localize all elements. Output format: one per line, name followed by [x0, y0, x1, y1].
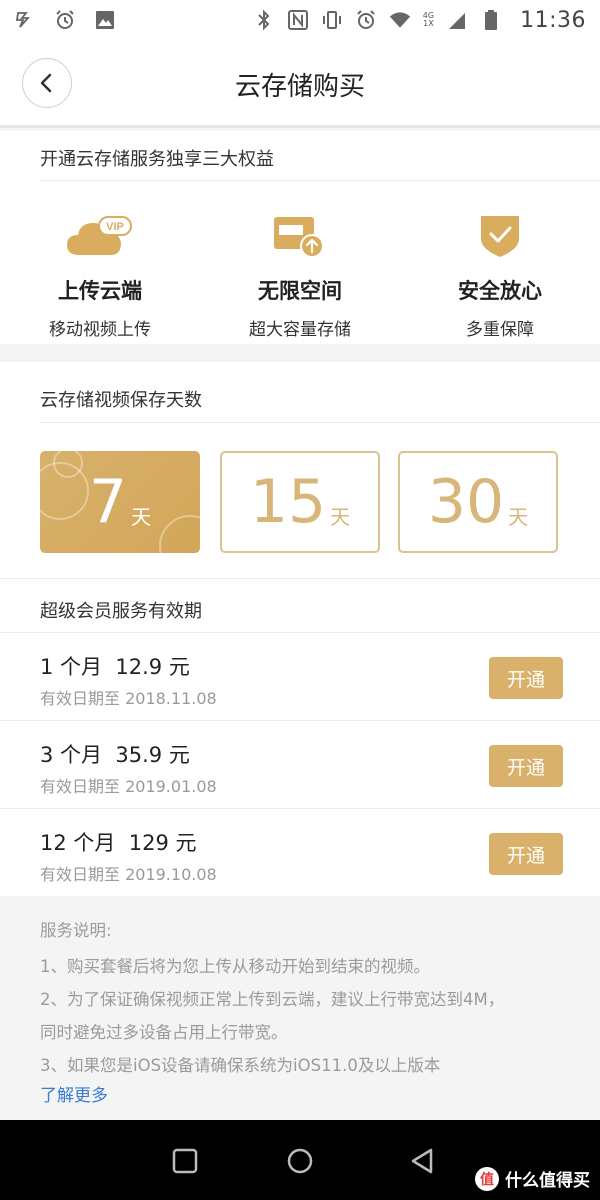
service-notes: 服务说明: 1、购买套餐后将为您上传从移动开始到结束的视频。 2、为了保证确保视… — [0, 897, 600, 1119]
plan-row: 12 个月 129 元 有效日期至 2019.10.08 开通 — [0, 808, 600, 896]
shield-check-icon — [481, 216, 519, 257]
benefit-subtitle: 移动视频上传 — [49, 320, 151, 340]
square-icon — [172, 1148, 198, 1174]
benefit-space: 无限空间 超大容量存储 — [200, 209, 400, 340]
day-option-15[interactable]: 15 天 — [220, 451, 380, 553]
watermark: 值 什么值得买 — [475, 1166, 590, 1191]
recents-button[interactable] — [170, 1146, 200, 1176]
battery-icon — [480, 9, 502, 31]
day-option-30[interactable]: 30 天 — [398, 451, 558, 553]
signal-icon — [446, 9, 468, 31]
plan-valid-date: 有效日期至 2019.01.08 — [40, 777, 217, 796]
learn-more-link[interactable]: 了解更多 — [40, 1081, 108, 1106]
divider — [40, 422, 600, 423]
plans-title: 超级会员服务有效期 — [40, 601, 202, 622]
triangle-back-icon — [411, 1148, 433, 1174]
benefit-upload: VIP 上传云端 移动视频上传 — [0, 209, 200, 340]
plan-name: 12 个月 129 元 — [40, 831, 197, 855]
day-value: 15 — [249, 467, 327, 537]
benefit-title: 上传云端 — [58, 279, 142, 303]
svg-text:VIP: VIP — [106, 221, 124, 233]
clock: 11:36 — [520, 7, 586, 33]
benefit-subtitle: 超大容量存储 — [249, 320, 351, 340]
vip-cloud-icon: VIP — [67, 216, 132, 255]
storage-upload-icon — [274, 217, 324, 258]
wifi-icon — [389, 9, 411, 31]
plan-row: 3 个月 35.9 元 有效日期至 2019.01.08 开通 — [0, 720, 600, 808]
note-line: 同时避免过多设备占用上行带宽。 — [40, 1023, 288, 1042]
open-button[interactable]: 开通 — [489, 745, 563, 787]
network-type: 4G 1X — [422, 11, 435, 28]
days-section: 云存储视频保存天数 7 天 15 天 30 天 — [0, 362, 600, 578]
open-button[interactable]: 开通 — [489, 657, 563, 699]
vibrate-icon — [321, 9, 343, 31]
day-option-7[interactable]: 7 天 — [40, 451, 200, 553]
day-unit: 天 — [330, 504, 351, 529]
app-header: 云存储购买 — [0, 40, 600, 128]
note-line: 1、购买套餐后将为您上传从移动开始到结束的视频。 — [40, 957, 430, 976]
days-title: 云存储视频保存天数 — [40, 390, 202, 411]
status-bar: 4G 1X 11:36 — [0, 0, 600, 40]
nfc-icon — [287, 9, 309, 31]
benefit-subtitle: 多重保障 — [466, 320, 534, 340]
benefit-security: 安全放心 多重保障 — [400, 209, 600, 340]
home-button[interactable] — [285, 1146, 315, 1176]
plan-valid-date: 有效日期至 2018.11.08 — [40, 689, 217, 708]
app-icon — [14, 9, 36, 31]
image-icon — [94, 9, 116, 31]
divider — [40, 180, 600, 181]
plans-section: 超级会员服务有效期 1 个月 12.9 元 有效日期至 2018.11.08 开… — [0, 578, 600, 896]
benefit-title: 无限空间 — [258, 279, 342, 303]
system-nav-bar: 值 什么值得买 — [0, 1120, 600, 1200]
alarm-icon — [54, 9, 76, 31]
day-unit: 天 — [508, 504, 529, 529]
benefit-title: 安全放心 — [458, 279, 542, 303]
plan-name: 1 个月 12.9 元 — [40, 655, 190, 679]
back-nav-button[interactable] — [408, 1146, 438, 1176]
plan-name: 3 个月 35.9 元 — [40, 743, 190, 767]
page-title: 云存储购买 — [234, 72, 365, 102]
open-button[interactable]: 开通 — [489, 833, 563, 875]
benefits-section: 开通云存储服务独享三大权益 VIP 上传云端 移动视频上传 无限空间 超大容量存… — [0, 131, 600, 344]
day-value: 30 — [427, 467, 505, 537]
watermark-text: 什么值得买 — [505, 1171, 590, 1191]
note-line: 3、如果您是iOS设备请确保系统为iOS11.0及以上版本 — [40, 1056, 441, 1075]
alarm-icon — [355, 9, 377, 31]
watermark-badge: 值 — [475, 1166, 499, 1191]
card-decoration — [40, 451, 200, 553]
note-line: 2、为了保证确保视频正常上传到云端，建议上行带宽达到4M， — [40, 990, 505, 1009]
benefits-title: 开通云存储服务独享三大权益 — [40, 149, 274, 170]
plan-row: 1 个月 12.9 元 有效日期至 2018.11.08 开通 — [0, 632, 600, 720]
notes-heading: 服务说明: — [40, 921, 112, 940]
plan-valid-date: 有效日期至 2019.10.08 — [40, 865, 217, 884]
bluetooth-icon — [253, 9, 275, 31]
circle-icon — [287, 1148, 313, 1174]
